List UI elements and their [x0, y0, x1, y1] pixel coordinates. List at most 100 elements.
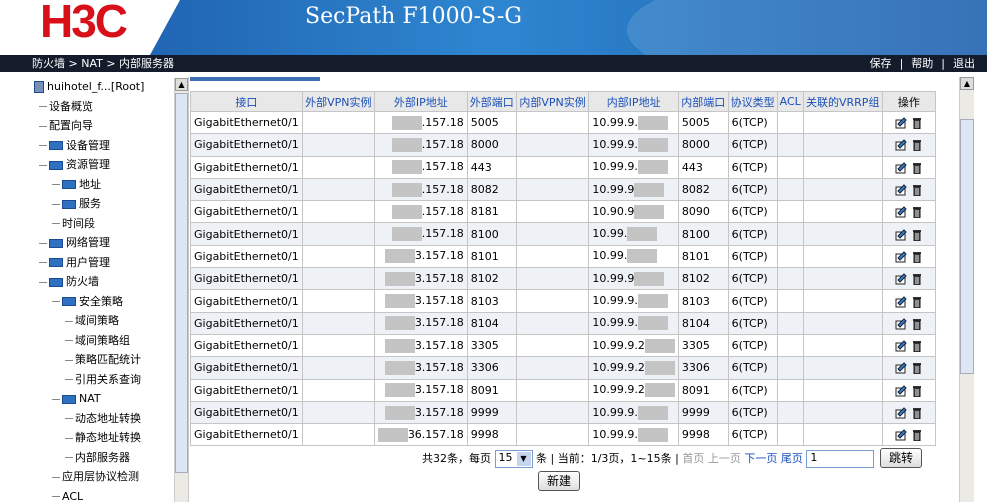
sidebar-item[interactable]: 时间段: [26, 214, 176, 234]
edit-icon[interactable]: [895, 407, 907, 419]
sidebar-scrollbar[interactable]: ▲: [174, 78, 188, 502]
operations-cell: [881, 110, 937, 135]
table-cell: 3.157.18: [373, 356, 468, 380]
delete-icon[interactable]: [911, 251, 923, 263]
table-cell: 8082: [466, 177, 517, 202]
table-cell: 10.99.: [588, 222, 679, 246]
save-link[interactable]: 保存: [870, 57, 892, 70]
sidebar-item[interactable]: 防火墙: [26, 272, 176, 292]
delete-icon[interactable]: [911, 340, 923, 353]
sidebar-item[interactable]: 资源管理: [26, 155, 176, 175]
sidebar-item[interactable]: huihotel_f...[Root]: [26, 77, 176, 97]
sidebar-item[interactable]: 地址: [26, 175, 176, 195]
edit-icon[interactable]: [895, 139, 907, 151]
edit-icon[interactable]: [895, 162, 907, 174]
delete-icon[interactable]: [911, 407, 923, 419]
redacted-block: [634, 271, 665, 286]
delete-icon[interactable]: [911, 117, 923, 130]
sidebar-item[interactable]: 应用层协议检测: [26, 467, 176, 487]
sidebar-item[interactable]: NAT: [26, 389, 176, 409]
edit-icon[interactable]: [895, 318, 907, 330]
table-cell: [301, 155, 375, 179]
table-cell: [515, 200, 590, 224]
per-page-select[interactable]: 15 ▼: [494, 450, 533, 468]
pagination: 共32条，每页 15 ▼ 条 | 当前：1/3页，1~15条 | 首页 上一页 下…: [422, 450, 875, 468]
top-bar: 防火墙 > NAT > 内部服务器 保存 | 帮助 | 退出: [0, 55, 987, 72]
edit-icon[interactable]: [895, 228, 907, 241]
edit-icon[interactable]: [895, 362, 907, 374]
delete-icon[interactable]: [911, 273, 923, 286]
edit-icon[interactable]: [895, 273, 907, 285]
table-cell: 8090: [677, 200, 729, 224]
table-cell: 8101: [677, 244, 729, 269]
sidebar-item[interactable]: 网络管理: [26, 233, 176, 253]
edit-icon[interactable]: [895, 429, 907, 441]
delete-icon[interactable]: [911, 206, 923, 219]
edit-icon[interactable]: [895, 340, 907, 352]
scroll-up-icon[interactable]: ▲: [960, 77, 974, 90]
sidebar-item[interactable]: 设备管理: [26, 136, 176, 156]
table-cell: 3305: [677, 333, 729, 358]
scroll-thumb[interactable]: [960, 119, 974, 374]
first-page-link[interactable]: 首页: [682, 452, 704, 465]
delete-icon[interactable]: [911, 385, 923, 397]
sidebar-item[interactable]: 域间策略组: [26, 331, 176, 351]
edit-icon[interactable]: [895, 206, 907, 218]
delete-icon[interactable]: [911, 296, 923, 308]
sidebar-item[interactable]: 静态地址转换: [26, 428, 176, 448]
column-header: 内部VPN实例: [515, 91, 590, 112]
help-link[interactable]: 帮助: [911, 57, 933, 70]
edit-icon[interactable]: [895, 184, 907, 196]
scroll-thumb[interactable]: [175, 93, 188, 473]
edit-icon[interactable]: [895, 251, 907, 263]
last-page-link[interactable]: 尾页: [781, 452, 803, 465]
table-row: GigabitEthernet0/1 3.157.18 8091 10.99.9.2 8…: [190, 378, 937, 402]
sidebar-item[interactable]: 引用关系查询: [26, 370, 176, 390]
prev-page-link[interactable]: 上一页: [708, 452, 741, 465]
delete-icon[interactable]: [911, 229, 923, 241]
table-cell: [776, 244, 804, 269]
sidebar-item[interactable]: 用户管理: [26, 253, 176, 273]
edit-icon[interactable]: [895, 117, 907, 129]
next-page-link[interactable]: 下一页: [744, 452, 777, 465]
table-cell: 8104: [677, 311, 729, 335]
table-cell: [802, 289, 883, 313]
table-cell: 6(TCP): [727, 244, 778, 269]
delete-icon[interactable]: [911, 139, 923, 152]
sidebar-item[interactable]: ACL: [26, 487, 176, 502]
redacted-block: [637, 160, 668, 175]
delete-icon[interactable]: [911, 429, 923, 442]
table-cell: [301, 423, 375, 447]
sidebar-item[interactable]: 服务: [26, 194, 176, 214]
sidebar-item[interactable]: 策略匹配统计: [26, 350, 176, 370]
edit-icon[interactable]: [895, 384, 907, 397]
new-button[interactable]: 新建: [538, 471, 581, 491]
sidebar-item[interactable]: 域间策略: [26, 311, 176, 331]
table-cell: 6(TCP): [727, 356, 778, 380]
operations-cell: [881, 289, 937, 313]
scroll-up-icon[interactable]: ▲: [175, 78, 188, 91]
sidebar-item[interactable]: 内部服务器: [26, 448, 176, 468]
table-cell: 3.157.18: [373, 400, 468, 425]
sidebar-item[interactable]: 配置向导: [26, 116, 176, 136]
delete-icon[interactable]: [911, 184, 923, 197]
edit-icon[interactable]: [895, 295, 907, 308]
operations-cell: [881, 133, 937, 157]
delete-icon[interactable]: [911, 362, 923, 375]
delete-icon[interactable]: [911, 162, 923, 174]
table-cell: GigabitEthernet0/1: [190, 311, 303, 335]
table-cell: .157.18: [373, 177, 468, 202]
redacted-block: [637, 427, 668, 442]
sidebar-item[interactable]: 安全策略: [26, 292, 176, 312]
main-scrollbar[interactable]: ▲: [959, 77, 974, 502]
delete-icon[interactable]: [911, 318, 923, 330]
logout-link[interactable]: 退出: [953, 57, 975, 70]
go-button[interactable]: 跳转: [880, 448, 923, 468]
table-cell: 6(TCP): [727, 289, 778, 313]
table-cell: [301, 133, 375, 157]
sidebar-item[interactable]: 设备概览: [26, 97, 176, 117]
sidebar-item[interactable]: 动态地址转换: [26, 409, 176, 429]
nav-tree: huihotel_f...[Root] 设备概览 配置向导 设备管理 资源管理 地址 服务时…: [26, 77, 189, 502]
device-icon: [34, 81, 44, 93]
page-number-input[interactable]: 1: [806, 450, 875, 468]
